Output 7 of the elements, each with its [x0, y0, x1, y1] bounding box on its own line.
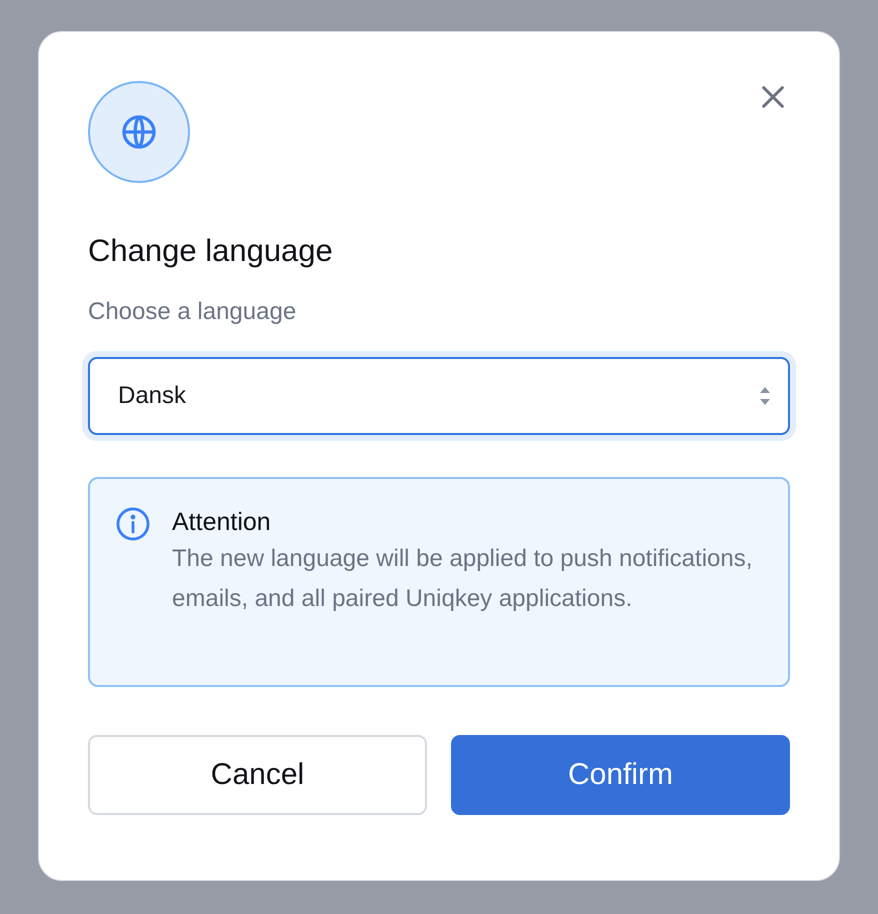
field-label: Choose a language — [88, 297, 298, 327]
info-icon — [114, 505, 152, 543]
confirm-button[interactable]: Confirm — [451, 735, 790, 815]
cancel-button[interactable]: Cancel — [88, 735, 427, 815]
notice-title: Attention — [172, 507, 272, 538]
dialog-title: Change language — [88, 233, 334, 269]
notice-text: The new language will be applied to push notifications, emails, and all paired Uniqkey applications. — [172, 544, 754, 614]
